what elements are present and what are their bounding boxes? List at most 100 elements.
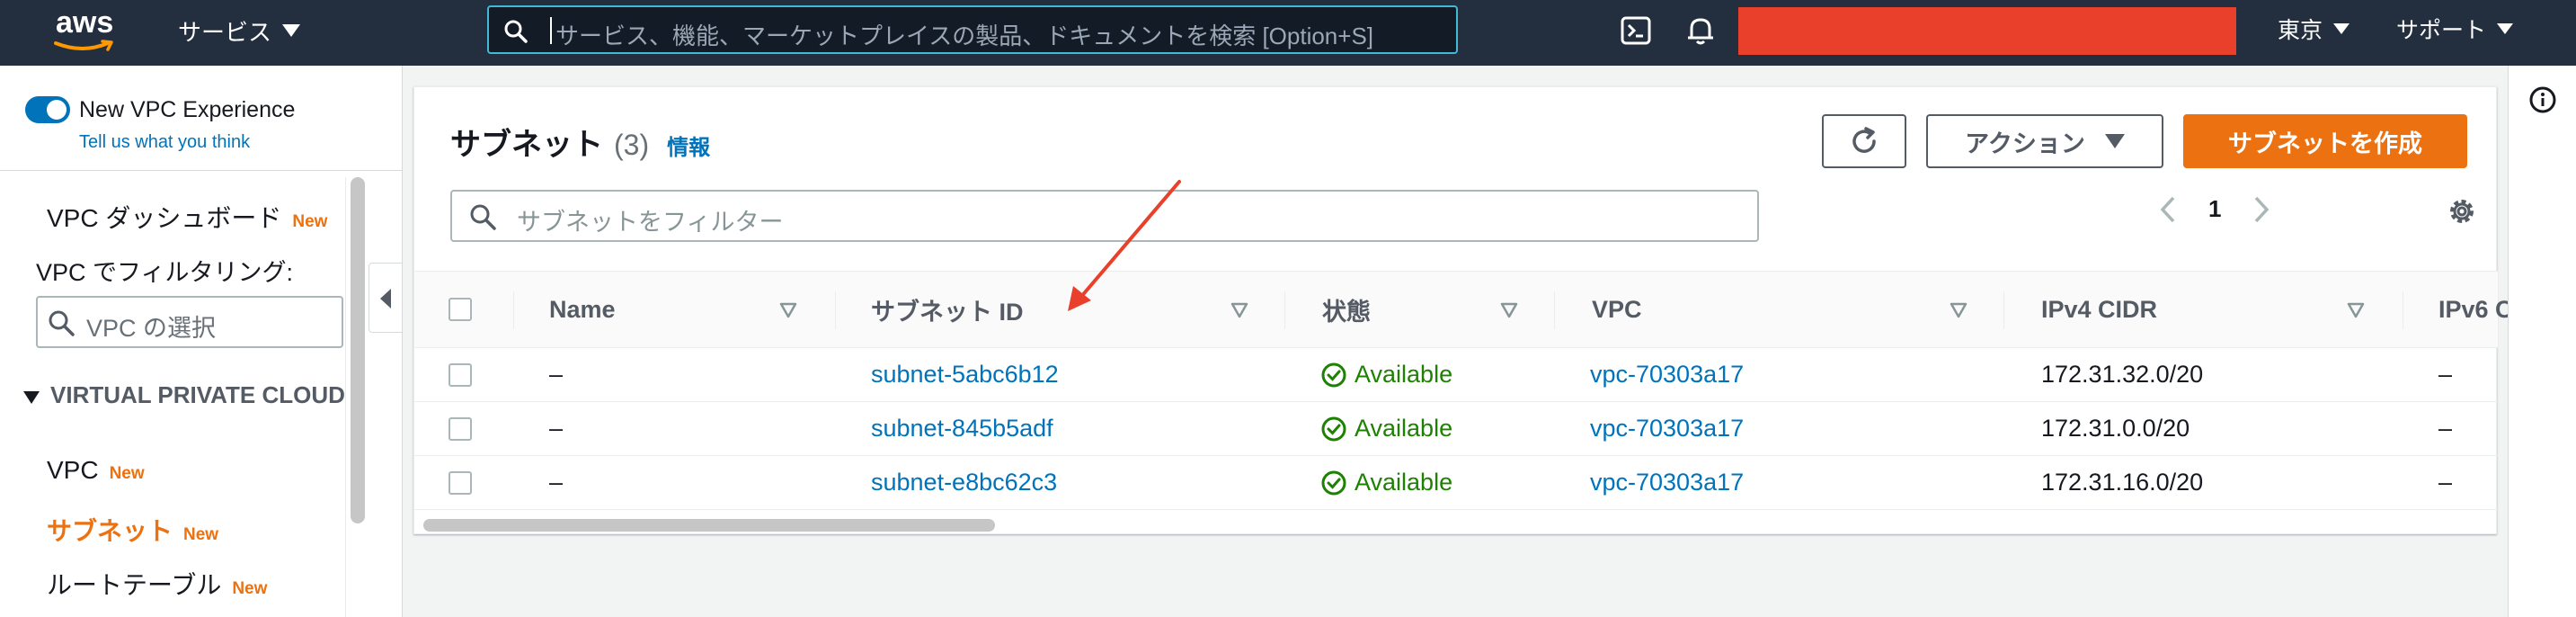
caret-down-icon xyxy=(2333,23,2350,34)
subnet-id-link[interactable]: subnet-5abc6b12 xyxy=(871,348,1059,401)
sort-icon[interactable] xyxy=(1500,302,1518,318)
create-subnet-button[interactable]: サブネットを作成 xyxy=(2183,114,2467,168)
sidebar-scroll-track xyxy=(345,177,346,617)
state-cell: Available xyxy=(1320,348,1452,401)
new-badge: New xyxy=(183,525,219,544)
sidebar-item-label: VPC ダッシュボード xyxy=(47,204,282,232)
info-icon[interactable] xyxy=(2528,85,2557,114)
sidebar-item-route-tables[interactable]: ルートテーブル New xyxy=(47,566,267,602)
checkbox[interactable] xyxy=(449,416,472,441)
checkbox[interactable] xyxy=(449,298,472,321)
info-link[interactable]: 情報 xyxy=(667,130,710,161)
page-number[interactable]: 1 xyxy=(2208,195,2221,223)
select-all-checkbox[interactable] xyxy=(449,272,472,347)
vpc-id-link[interactable]: vpc-70303a17 xyxy=(1590,348,1744,401)
row-select[interactable] xyxy=(449,402,472,455)
top-navigation: aws サービス サービス、機能、マーケットプレイスの製品、ドキュメントを検索 … xyxy=(0,0,2576,66)
global-search[interactable]: サービス、機能、マーケットプレイスの製品、ドキュメントを検索 [Option+S… xyxy=(487,5,1458,54)
sidebar-item-vpc[interactable]: VPC New xyxy=(47,456,145,485)
toggle-label: New VPC Experience xyxy=(79,96,296,122)
sort-icon[interactable] xyxy=(2347,302,2365,318)
sidebar-item-subnets[interactable]: サブネット New xyxy=(47,512,218,548)
chevron-left-icon[interactable] xyxy=(2160,196,2176,223)
aws-logo[interactable]: aws xyxy=(52,5,120,58)
checkbox[interactable] xyxy=(449,470,472,495)
column-header-state[interactable]: 状態 xyxy=(1322,272,1371,347)
new-badge: New xyxy=(292,212,328,231)
sidebar-item-label: サブネット xyxy=(47,517,173,545)
vpc-select-input[interactable]: VPC の選択 xyxy=(36,296,343,348)
cell-ipv4: 172.31.0.0/20 xyxy=(2041,415,2190,442)
cell-name: – xyxy=(549,361,564,388)
bell-icon[interactable] xyxy=(1683,13,1719,49)
column-header-subnet-id[interactable]: サブネット ID xyxy=(871,272,1024,347)
row-select[interactable] xyxy=(449,456,472,509)
aws-smile-icon xyxy=(54,40,113,51)
cell-name: – xyxy=(549,415,564,442)
sidebar-item-label: VPC xyxy=(47,456,99,484)
subnet-id-link[interactable]: subnet-e8bc62c3 xyxy=(871,456,1057,509)
sidebar-item-vpc-dashboard[interactable]: VPC ダッシュボード New xyxy=(47,199,327,235)
search-icon xyxy=(49,310,75,336)
caret-down-icon xyxy=(2104,134,2125,148)
table-horizontal-scrollbar[interactable] xyxy=(423,519,995,532)
cell-ipv6: – xyxy=(2438,469,2453,496)
check-circle-icon xyxy=(1321,362,1346,387)
toggle-knob xyxy=(47,100,67,120)
support-menu[interactable]: サポート xyxy=(2396,13,2514,45)
search-icon xyxy=(504,20,528,43)
services-label: サービス xyxy=(178,18,272,46)
feedback-link[interactable]: Tell us what you think xyxy=(79,132,250,153)
table-row[interactable]: – subnet-e8bc62c3 Available vpc-70303a17… xyxy=(414,456,2498,510)
account-menu-redacted[interactable] xyxy=(1738,7,2236,55)
column-header-name[interactable]: Name xyxy=(549,272,616,347)
state-text: Available xyxy=(1355,469,1453,496)
filter-placeholder: サブネットをフィルター xyxy=(517,209,784,236)
text-cursor xyxy=(550,17,552,44)
terminal-icon[interactable] xyxy=(1618,13,1654,49)
column-header-ipv6-cidr[interactable]: IPv6 C xyxy=(2438,272,2513,347)
collapse-sidebar-button[interactable] xyxy=(369,263,403,333)
cell-ipv4: 172.31.16.0/20 xyxy=(2041,469,2204,496)
gear-icon[interactable] xyxy=(2446,195,2478,228)
pagination: 1 xyxy=(2160,195,2270,223)
cell-ipv6: – xyxy=(2438,361,2453,388)
sidebar-scrollbar[interactable] xyxy=(351,177,365,523)
table-header: Name サブネット ID 状態 VPC IPv4 CIDR IPv6 C xyxy=(414,271,2513,348)
refresh-button[interactable] xyxy=(1822,114,1906,168)
sort-icon[interactable] xyxy=(1230,302,1248,318)
vpc-id-link[interactable]: vpc-70303a17 xyxy=(1590,402,1744,455)
actions-label: アクション xyxy=(1965,130,2085,157)
search-placeholder: サービス、機能、マーケットプレイスの製品、ドキュメントを検索 [Option+S… xyxy=(555,22,1374,49)
state-text: Available xyxy=(1355,415,1453,442)
caret-down-icon xyxy=(2497,23,2514,34)
vpc-sidebar: New VPC Experience Tell us what you thin… xyxy=(0,66,403,617)
checkbox[interactable] xyxy=(449,362,472,387)
table-row[interactable]: – subnet-845b5adf Available vpc-70303a17… xyxy=(414,402,2498,456)
state-text: Available xyxy=(1355,361,1453,388)
vpc-filter-label: VPC でフィルタリング: xyxy=(36,259,293,286)
new-vpc-experience-toggle[interactable] xyxy=(25,96,70,123)
chevron-right-icon[interactable] xyxy=(2253,196,2270,223)
table-row[interactable]: – subnet-5abc6b12 Available vpc-70303a17… xyxy=(414,348,2498,402)
column-divider xyxy=(835,291,836,329)
column-header-ipv4-cidr[interactable]: IPv4 CIDR xyxy=(2041,272,2157,347)
sort-icon[interactable] xyxy=(1950,302,1968,318)
region-selector[interactable]: 東京 xyxy=(2278,13,2350,45)
actions-button[interactable]: アクション xyxy=(1926,114,2163,168)
column-divider xyxy=(1554,291,1555,329)
subnet-id-link[interactable]: subnet-845b5adf xyxy=(871,402,1053,455)
sort-icon[interactable] xyxy=(779,302,797,318)
row-select[interactable] xyxy=(449,348,472,401)
virtual-private-cloud-section[interactable]: VIRTUAL PRIVATE CLOUD xyxy=(23,379,347,411)
column-header-vpc[interactable]: VPC xyxy=(1592,272,1642,347)
cell-ipv6: – xyxy=(2438,415,2453,442)
create-subnet-label: サブネットを作成 xyxy=(2228,130,2422,157)
help-panel-rail xyxy=(2508,66,2576,617)
caret-down-icon xyxy=(282,24,301,37)
new-badge: New xyxy=(232,579,268,598)
services-menu[interactable]: サービス xyxy=(178,13,301,49)
sidebar-item-label: ルートテーブル xyxy=(47,571,222,599)
check-circle-icon xyxy=(1321,416,1346,441)
vpc-id-link[interactable]: vpc-70303a17 xyxy=(1590,456,1744,509)
